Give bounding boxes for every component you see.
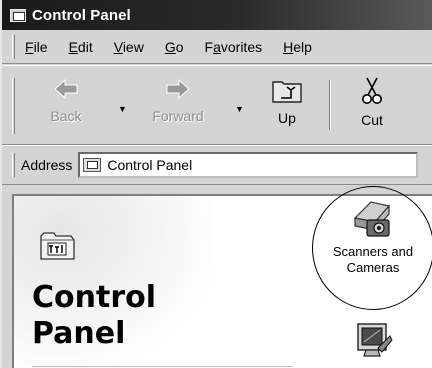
title-underline <box>32 366 292 367</box>
item-display[interactable] <box>348 318 398 362</box>
forward-arrow-icon <box>166 78 190 100</box>
menu-help[interactable]: Help <box>281 37 314 57</box>
title-bar[interactable]: Control Panel <box>2 0 432 30</box>
page-title: Control Panel <box>32 280 252 352</box>
address-grip[interactable] <box>12 153 15 177</box>
back-label: Back <box>50 108 82 124</box>
up-label: Up <box>278 110 296 126</box>
scissors-icon <box>362 77 382 104</box>
display-settings-icon <box>357 323 393 357</box>
menu-view[interactable]: View <box>112 37 146 57</box>
standard-toolbar: Back ▼ Forward ▼ Up Cut <box>2 65 432 145</box>
toolbar-grip[interactable] <box>12 78 15 134</box>
explorer-window: Control Panel File Edit View Go Favorite… <box>0 0 432 368</box>
back-arrow-icon <box>54 78 78 100</box>
back-button[interactable]: Back <box>36 76 96 138</box>
menu-go[interactable]: Go <box>163 37 186 57</box>
control-panel-folder-icon <box>40 232 75 260</box>
back-dropdown-icon[interactable]: ▼ <box>118 104 127 114</box>
address-bar: Address Control Panel <box>2 145 432 185</box>
control-panel-icon <box>10 8 26 22</box>
up-button[interactable]: Up <box>252 76 322 138</box>
page-title-line2: Panel <box>32 316 126 351</box>
control-panel-icon <box>83 158 102 172</box>
annotation-circle <box>312 186 432 310</box>
address-label: Address <box>21 157 73 173</box>
toolbar-separator <box>329 80 331 130</box>
forward-button[interactable]: Forward <box>138 76 218 138</box>
cut-button[interactable]: Cut <box>342 76 402 138</box>
menu-bar: File Edit View Go Favorites Help <box>2 30 432 64</box>
menu-file[interactable]: File <box>23 37 50 57</box>
cut-label: Cut <box>361 112 383 128</box>
menu-edit[interactable]: Edit <box>67 37 95 57</box>
forward-label: Forward <box>152 108 204 124</box>
page-title-line1: Control <box>32 280 157 315</box>
window-title: Control Panel <box>32 6 131 24</box>
address-input[interactable]: Control Panel <box>78 152 419 178</box>
address-value: Control Panel <box>107 157 193 173</box>
menu-favorites[interactable]: Favorites <box>203 37 265 57</box>
menubar-grip[interactable] <box>12 34 15 59</box>
forward-dropdown-icon[interactable]: ▼ <box>235 104 244 114</box>
up-folder-icon <box>272 81 302 103</box>
